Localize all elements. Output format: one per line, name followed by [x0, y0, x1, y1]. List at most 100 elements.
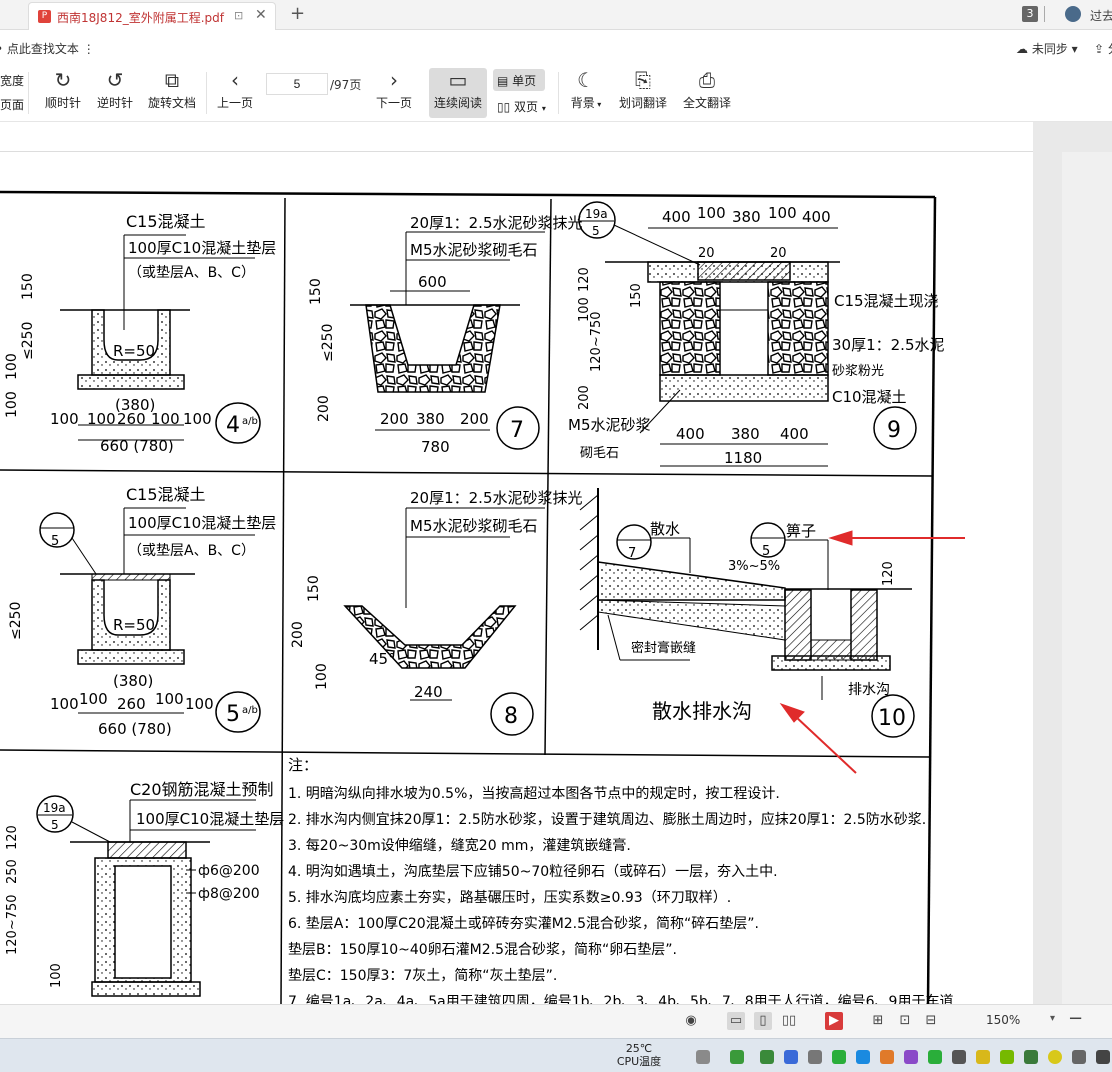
- close-tab-icon[interactable]: ✕: [255, 7, 267, 23]
- temp-value: 25℃: [625, 1042, 653, 1055]
- document-workspace[interactable]: C15混凝土 100厚C10混凝土垫层 （或垫层A、B、C） R=50 (380…: [0, 122, 1112, 1004]
- single-page-button[interactable]: ▤ 单页: [497, 72, 536, 89]
- detail-9-left-5: 200: [577, 385, 592, 410]
- detail-4-radius: R=50: [113, 342, 155, 360]
- single-view-icon[interactable]: ▯: [754, 1012, 772, 1030]
- detail-5-dim-4: 100: [155, 690, 184, 708]
- detail-5-380: (380): [113, 672, 153, 690]
- detail-6-left-2: 250: [5, 859, 20, 884]
- detail-5-dim-2: 100: [79, 690, 108, 708]
- sync-icon[interactable]: [880, 1050, 894, 1064]
- zoom-dropdown-icon[interactable]: ▾: [1050, 1013, 1055, 1024]
- tab-bar: P 西南18J812_室外附属工程.pdf ⊡ ✕ + 3 过去: [0, 0, 1112, 30]
- browser-icon[interactable]: [856, 1050, 870, 1064]
- find-text-button[interactable]: • 点此查找文本 ⋮: [0, 40, 95, 57]
- actual-size-icon[interactable]: ⊞: [869, 1012, 887, 1030]
- fit-page-icon[interactable]: ⊡: [896, 1012, 914, 1030]
- network-icon[interactable]: [952, 1050, 966, 1064]
- next-page-button[interactable]: › 下一页: [372, 66, 416, 111]
- continuous-read-icon: ▭: [448, 68, 468, 92]
- rotate-clockwise-button[interactable]: ↻ 顺时针: [40, 66, 86, 111]
- input-method-icon[interactable]: [1096, 1050, 1110, 1064]
- battery-icon[interactable]: [730, 1050, 744, 1064]
- detail-7-dim-1: 200: [380, 410, 409, 428]
- detail-7-600: 600: [418, 273, 447, 291]
- detail-5-base-alt: （或垫层A、B、C）: [128, 543, 255, 559]
- continuous-view-icon[interactable]: ▭: [727, 1012, 745, 1030]
- detail-4-drawing: C15混凝土 100厚C10混凝土垫层 （或垫层A、B、C） R=50 (380…: [4, 212, 276, 455]
- scrollbar-area[interactable]: [1062, 152, 1112, 1004]
- detail-5-base: 100厚C10混凝土垫层: [128, 514, 276, 532]
- rotate-document-button[interactable]: ⧉ 旋转文档: [145, 66, 199, 111]
- window-count-badge[interactable]: 3: [1022, 6, 1038, 22]
- detail-9-left-4: 120~750: [589, 311, 604, 372]
- note-7: 7. 编号1a、2a、4a、5a用于建筑四周，编号1b、2b、3、4b、5b、7…: [288, 993, 958, 1004]
- past-link[interactable]: 过去: [1090, 7, 1112, 24]
- sync-status[interactable]: ☁ 未同步 ▾: [1016, 40, 1078, 57]
- detail-10-apron-callout: 7: [628, 546, 636, 561]
- fit-width-icon[interactable]: ⊟: [922, 1012, 940, 1030]
- zoom-out-icon[interactable]: −: [1068, 1008, 1083, 1029]
- chevron-right-icon: ›: [390, 68, 398, 92]
- volume-icon[interactable]: [1072, 1050, 1086, 1064]
- user-avatar[interactable]: [1065, 6, 1081, 22]
- keyboard-icon[interactable]: [696, 1050, 710, 1064]
- fit-width-button[interactable]: 宽度 页面: [0, 72, 26, 113]
- detail-9-base: C10混凝土: [832, 388, 907, 406]
- pin-icon[interactable]: ⊡: [234, 9, 243, 22]
- double-page-icon: ▯▯: [497, 100, 511, 114]
- plus-icon[interactable]: [1048, 1050, 1062, 1064]
- nvidia-icon[interactable]: [1000, 1050, 1014, 1064]
- document-tab[interactable]: P 西南18J812_室外附属工程.pdf ⊡ ✕: [28, 2, 276, 30]
- fit-width-label-top: 宽度: [0, 74, 25, 88]
- detail-6-left-3: 120~750: [5, 894, 20, 955]
- cube-icon[interactable]: [784, 1050, 798, 1064]
- detail-8-left-1: 150: [306, 575, 322, 602]
- pdf-page[interactable]: C15混凝土 100厚C10混凝土垫层 （或垫层A、B、C） R=50 (380…: [0, 152, 1033, 1004]
- detail-9-concrete-cast: C15混凝土现浇: [834, 292, 939, 310]
- detail-5-left: ≤250: [8, 602, 24, 640]
- shield-icon[interactable]: [760, 1050, 774, 1064]
- rotate-counterclockwise-button[interactable]: ↺ 逆时针: [92, 66, 138, 111]
- pdf-file-icon: P: [38, 10, 51, 23]
- page-number-input[interactable]: [266, 73, 328, 95]
- detail-9-total: 1180: [724, 449, 762, 467]
- full-translate-button[interactable]: ⎙ 全文翻译: [681, 66, 733, 111]
- tools-icon[interactable]: [904, 1050, 918, 1064]
- rotate-ccw-label: 逆时针: [96, 96, 133, 110]
- monitor-icon[interactable]: [1024, 1050, 1038, 1064]
- detail-4-left-1: 150: [20, 273, 36, 300]
- prev-page-button[interactable]: ‹ 上一页: [214, 66, 256, 111]
- cpu-temperature[interactable]: 25℃ CPU温度: [612, 1042, 666, 1068]
- double-view-icon[interactable]: ▯▯: [780, 1012, 798, 1030]
- detail-9-top-5: 400: [802, 208, 831, 226]
- continuous-read-button[interactable]: ▭ 连续阅读: [429, 66, 487, 111]
- printer-icon[interactable]: [808, 1050, 822, 1064]
- full-translate-label: 全文翻译: [682, 96, 731, 110]
- note-6: 6. 垫层A：100厚C20混凝土或碎砖夯实灌M2.5混合砂浆，简称“碎石垫层”…: [288, 915, 759, 932]
- divider: [206, 72, 207, 114]
- detail-9-callout-top: 19a: [585, 207, 608, 221]
- detail-10-ditch: 排水沟: [848, 682, 890, 698]
- double-page-button[interactable]: ▯▯ 双页 ▾: [497, 98, 546, 115]
- divider: [558, 72, 559, 114]
- detail-9-masonry: M5水泥砂浆: [568, 416, 651, 434]
- zoom-level[interactable]: 150%: [986, 1013, 1020, 1027]
- detail-7-masonry: M5水泥砂浆砌毛石: [410, 241, 538, 259]
- detail-5-dim-1: 100: [50, 695, 79, 713]
- app-icon[interactable]: [976, 1050, 990, 1064]
- wechat-icon[interactable]: [832, 1050, 846, 1064]
- security-icon[interactable]: [928, 1050, 942, 1064]
- eye-protection-icon[interactable]: ◉: [682, 1012, 700, 1030]
- moon-icon: ☾: [577, 68, 595, 92]
- system-taskbar: 25℃ CPU温度: [0, 1038, 1112, 1072]
- previous-page-bottom: [0, 122, 1033, 152]
- rotate-cw-icon: ↻: [54, 68, 72, 92]
- background-button[interactable]: ☾ 背景 ▾: [566, 66, 606, 111]
- share-button[interactable]: ⇪ 分: [1094, 40, 1112, 57]
- play-icon[interactable]: ▶: [825, 1012, 843, 1030]
- divider: [28, 72, 29, 114]
- find-text-label: 点此查找文本: [6, 42, 79, 56]
- word-translate-button[interactable]: ⎘ 划词翻译: [617, 66, 669, 111]
- new-tab-plus-icon[interactable]: +: [290, 3, 305, 24]
